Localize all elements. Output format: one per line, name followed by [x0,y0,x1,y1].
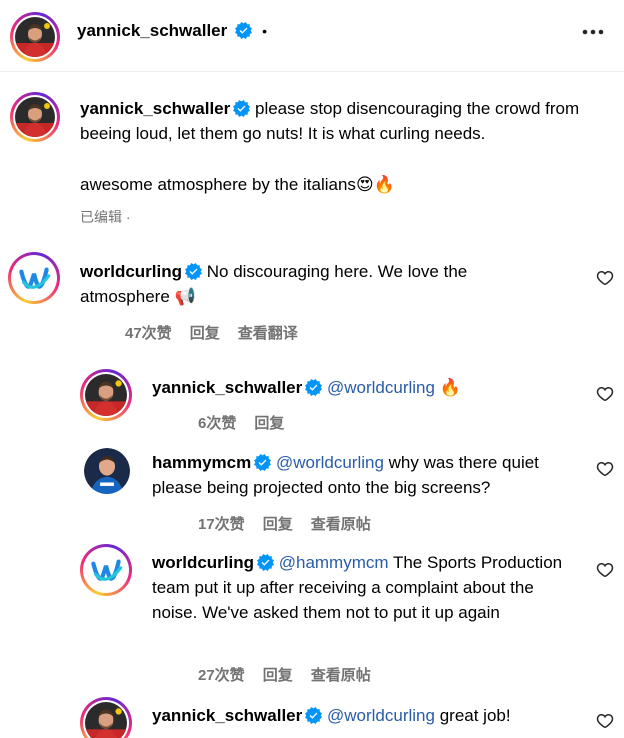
header-avatar[interactable] [10,12,60,62]
reply-button[interactable]: 回复 [263,667,293,684]
comment-mention[interactable]: @worldcurling [327,706,435,725]
reply-button[interactable]: 回复 [190,325,220,342]
heart-outline-icon[interactable] [596,385,614,403]
comment-text: 🔥 [439,378,461,397]
reply-button[interactable]: 回复 [254,415,284,432]
verified-badge-icon [235,22,252,39]
edited-label: 已编辑 · [80,209,131,225]
comment-username[interactable]: worldcurling [80,262,182,281]
verified-badge-icon [185,263,202,280]
comment-avatar[interactable] [80,544,132,596]
view-original-button[interactable]: 查看原帖 [311,667,371,684]
caption-avatar[interactable] [10,92,60,142]
caption-line2: awesome atmosphere by the italians😍🔥 [80,172,395,197]
heart-outline-icon[interactable] [596,561,614,579]
avatar-image [15,17,55,57]
heart-outline-icon[interactable] [596,269,614,287]
comment-text-block: worldcurling No discouraging here. We lo… [80,259,560,309]
verified-badge-icon [257,554,274,571]
comment-username[interactable]: yannick_schwaller [152,706,302,725]
caption-emoji: 😍🔥 [355,175,395,194]
verified-badge-icon [254,454,271,471]
comment-avatar[interactable] [80,369,132,421]
caption-username[interactable]: yannick_schwaller [80,99,230,118]
comment-username[interactable]: worldcurling [152,553,254,572]
comment-username[interactable]: hammymcm [152,453,251,472]
comment-text-block: yannick_schwaller @worldcurling great jo… [152,703,592,728]
comment-text-block: hammymcm @worldcurling why was there qui… [152,450,592,500]
comment-username[interactable]: yannick_schwaller [152,378,302,397]
more-options-icon[interactable] [580,22,606,42]
see-translation-button[interactable]: 查看翻译 [238,325,298,342]
likes-count[interactable]: 27次赞 [198,667,245,684]
comment-text: great job! [439,706,511,725]
avatar-image [85,549,127,591]
caption-text2: awesome atmosphere by the italians [80,175,356,194]
likes-count[interactable]: 17次赞 [198,516,245,533]
view-original-button[interactable]: 查看原帖 [311,516,371,533]
reply-button[interactable]: 回复 [263,516,293,533]
comment-avatar[interactable] [84,448,130,494]
heart-outline-icon[interactable] [596,712,614,730]
likes-count[interactable]: 6次赞 [198,415,236,432]
comment-meta: 17次赞 回复 查看原帖 [198,513,389,534]
caption-text-block: yannick_schwaller please stop disencoura… [80,96,600,146]
comment-mention[interactable]: @hammymcm [279,553,389,572]
comment-mention[interactable]: @worldcurling [276,453,384,472]
avatar-image [84,448,130,494]
header-dot: • [262,23,268,39]
avatar-image [85,702,127,738]
comment-meta: 47次赞 回复 查看翻译 [125,322,316,343]
comment-text-block: yannick_schwaller @worldcurling 🔥 [152,375,572,400]
comment-text-block: worldcurling @hammymcm The Sports Produc… [152,550,577,625]
verified-badge-icon [233,100,250,117]
avatar-image [85,374,127,416]
comment-avatar[interactable] [80,697,132,738]
comment-mention[interactable]: @worldcurling [327,378,435,397]
heart-outline-icon[interactable] [596,460,614,478]
avatar-image [15,97,55,137]
header-username[interactable]: yannick_schwaller [77,21,227,40]
comment-meta: 6次赞 回复 [198,412,302,433]
likes-count[interactable]: 47次赞 [125,325,172,342]
comment-meta: 27次赞 回复 查看原帖 [198,664,389,685]
post-header: yannick_schwaller • [0,0,624,72]
verified-badge-icon [305,379,322,396]
avatar-image [13,257,55,299]
comment-avatar[interactable] [8,252,60,304]
verified-badge-icon [305,707,322,724]
